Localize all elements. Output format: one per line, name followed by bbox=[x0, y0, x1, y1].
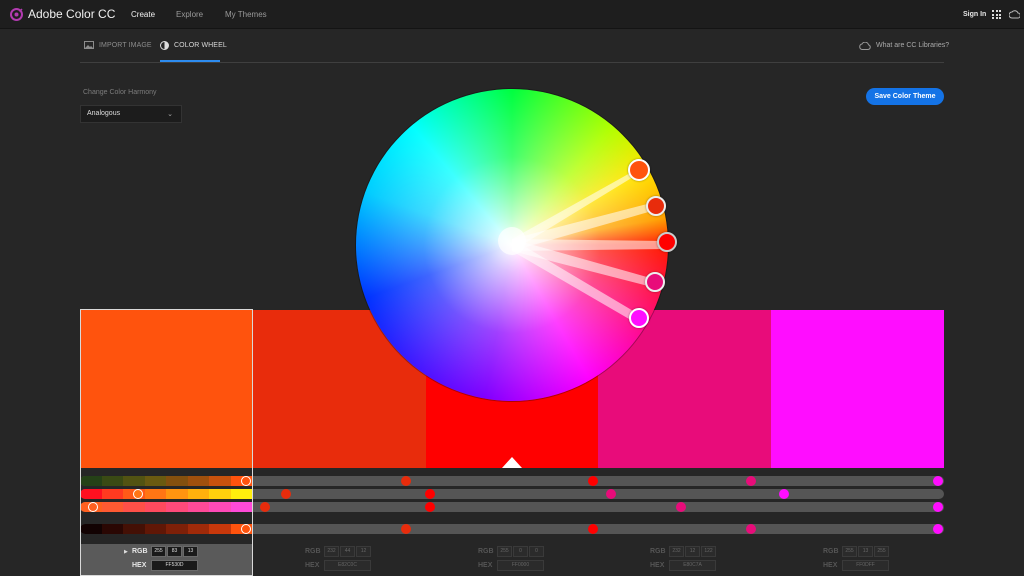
harmony-selected-value: Analogous bbox=[87, 110, 121, 117]
slider-knob[interactable] bbox=[88, 502, 98, 512]
blue-input[interactable]: 12 bbox=[356, 546, 371, 557]
slider-knob[interactable] bbox=[241, 524, 251, 534]
apps-grid-icon[interactable] bbox=[992, 10, 1001, 19]
harmony-label: Change Color Harmony bbox=[83, 89, 157, 96]
red-input[interactable]: 255 bbox=[151, 546, 166, 557]
rgb-label: RGB bbox=[823, 548, 839, 555]
wheel-handle-4[interactable] bbox=[645, 272, 665, 292]
rgb-label: RGB bbox=[132, 548, 148, 555]
wheel-handle-5[interactable] bbox=[629, 308, 649, 328]
swatch-values-5: RGB 255 13 255 HEX FF0DFF bbox=[771, 544, 944, 576]
tab-color-wheel[interactable]: COLOR WHEEL bbox=[174, 42, 227, 49]
slider-knob[interactable] bbox=[260, 502, 270, 512]
green-input[interactable]: 12 bbox=[685, 546, 700, 557]
adobe-color-logo-icon[interactable] bbox=[9, 7, 24, 22]
cc-libraries-link[interactable]: What are CC Libraries? bbox=[876, 42, 949, 49]
wheel-handle-2[interactable] bbox=[646, 196, 666, 216]
hex-input[interactable]: E82C0C bbox=[324, 560, 371, 571]
tabs-divider bbox=[80, 62, 944, 63]
swatch-1[interactable] bbox=[80, 310, 253, 468]
slider-knob[interactable] bbox=[606, 489, 616, 499]
red-input[interactable]: 232 bbox=[324, 546, 339, 557]
slider-knob[interactable] bbox=[588, 476, 598, 486]
swatch-values-3: RGB 255 0 0 HEX FF0000 bbox=[426, 544, 598, 576]
slider-knob[interactable] bbox=[425, 489, 435, 499]
hex-input[interactable]: FF0000 bbox=[497, 560, 544, 571]
slider-knob[interactable] bbox=[133, 489, 143, 499]
hex-label: HEX bbox=[823, 562, 838, 569]
green-input[interactable]: 83 bbox=[167, 546, 182, 557]
color-wheel-icon bbox=[160, 41, 169, 50]
slider-track-3[interactable] bbox=[80, 502, 944, 512]
red-input[interactable]: 255 bbox=[842, 546, 857, 557]
hex-input[interactable]: FF530D bbox=[151, 560, 198, 571]
slider-track-1[interactable] bbox=[80, 476, 944, 486]
nav-create[interactable]: Create bbox=[131, 10, 155, 19]
sign-in-link[interactable]: Sign In bbox=[963, 11, 986, 18]
slider-knob[interactable] bbox=[746, 524, 756, 534]
top-nav-bar: Adobe Color CC Create Explore My Themes … bbox=[0, 0, 1024, 29]
slider-knob[interactable] bbox=[425, 502, 435, 512]
slider-knob[interactable] bbox=[676, 502, 686, 512]
image-icon bbox=[84, 41, 94, 49]
nav-my-themes[interactable]: My Themes bbox=[225, 10, 267, 19]
slider-knob[interactable] bbox=[746, 476, 756, 486]
color-wheel[interactable] bbox=[356, 89, 668, 401]
slider-knob[interactable] bbox=[933, 502, 943, 512]
slider-knob[interactable] bbox=[241, 476, 251, 486]
slider-knob[interactable] bbox=[588, 524, 598, 534]
hex-label: HEX bbox=[132, 562, 147, 569]
slider-knob[interactable] bbox=[401, 476, 411, 486]
slider-track-4[interactable] bbox=[80, 524, 944, 534]
slider-track-2[interactable] bbox=[80, 489, 944, 499]
hex-label: HEX bbox=[305, 562, 320, 569]
slider-knob[interactable] bbox=[401, 524, 411, 534]
wheel-handle-3[interactable] bbox=[657, 232, 677, 252]
swatch-values-1: ▶ RGB 255 83 13 HEX FF530D bbox=[80, 544, 253, 576]
wheel-handle-1[interactable] bbox=[628, 159, 650, 181]
app-title[interactable]: Adobe Color CC bbox=[28, 7, 115, 21]
swatch-values-2: RGB 232 44 12 HEX E82C0C bbox=[253, 544, 426, 576]
slider-knob[interactable] bbox=[281, 489, 291, 499]
slider-knob[interactable] bbox=[779, 489, 789, 499]
red-input[interactable]: 255 bbox=[497, 546, 512, 557]
rgb-label: RGB bbox=[650, 548, 666, 555]
blue-input[interactable]: 255 bbox=[874, 546, 889, 557]
green-input[interactable]: 44 bbox=[340, 546, 355, 557]
swatch-5[interactable] bbox=[771, 310, 944, 468]
save-color-theme-button[interactable]: Save Color Theme bbox=[866, 88, 944, 105]
rgb-label: RGB bbox=[305, 548, 321, 555]
libraries-cloud-icon bbox=[859, 42, 871, 50]
hex-label: HEX bbox=[650, 562, 665, 569]
rgb-label: RGB bbox=[478, 548, 494, 555]
hex-input[interactable]: E80C7A bbox=[669, 560, 716, 571]
blue-input[interactable]: 122 bbox=[701, 546, 716, 557]
swatch-values-4: RGB 232 12 122 HEX E80C7A bbox=[598, 544, 771, 576]
green-input[interactable]: 0 bbox=[513, 546, 528, 557]
creative-cloud-icon[interactable] bbox=[1009, 10, 1020, 19]
harmony-dropdown[interactable]: Analogous ⌄ bbox=[80, 105, 182, 123]
slider-knob[interactable] bbox=[933, 476, 943, 486]
chevron-down-icon: ⌄ bbox=[167, 111, 173, 118]
blue-input[interactable]: 13 bbox=[183, 546, 198, 557]
green-input[interactable]: 13 bbox=[858, 546, 873, 557]
red-input[interactable]: 232 bbox=[669, 546, 684, 557]
nav-explore[interactable]: Explore bbox=[176, 10, 203, 19]
tab-import-image[interactable]: IMPORT IMAGE bbox=[99, 42, 152, 49]
slider-knob[interactable] bbox=[933, 524, 943, 534]
blue-input[interactable]: 0 bbox=[529, 546, 544, 557]
hex-label: HEX bbox=[478, 562, 493, 569]
caret-right-icon[interactable]: ▶ bbox=[124, 549, 128, 555]
selected-swatch-pointer bbox=[502, 457, 522, 468]
hex-input[interactable]: FF0DFF bbox=[842, 560, 889, 571]
